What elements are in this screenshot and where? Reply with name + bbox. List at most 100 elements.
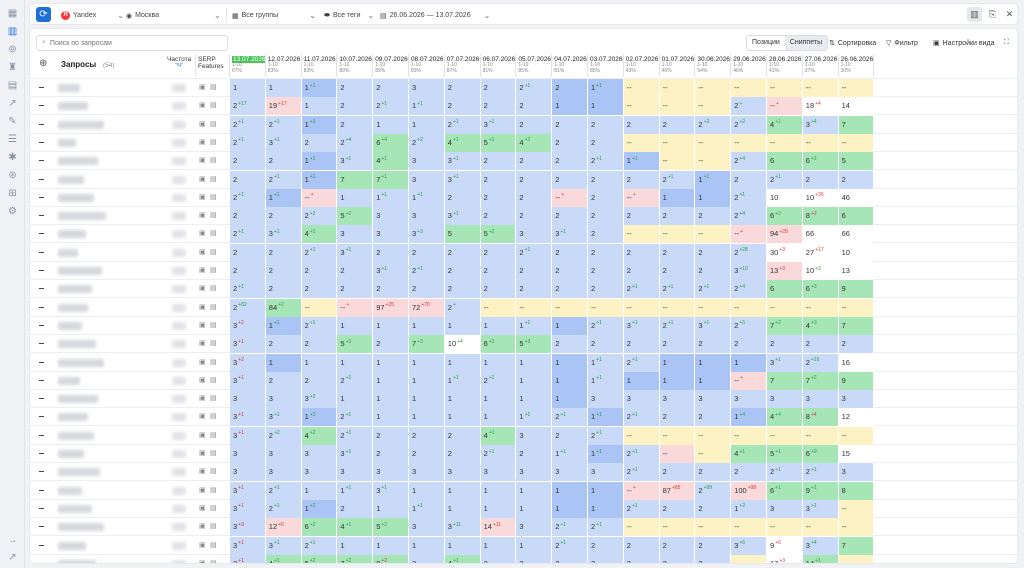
table-row[interactable]: ▣ ▤ 3+1 2+2 4+2 2+1 2 2 2 4+1 3 2 2+1 -- -- -- -- -- -- --	[30, 426, 1017, 445]
position-cell[interactable]: 1	[409, 353, 445, 372]
position-cell[interactable]: 5+3	[516, 335, 553, 354]
position-cell[interactable]: 19+17	[265, 97, 302, 116]
position-cell[interactable]: 1+1	[516, 316, 553, 335]
position-cell[interactable]: --	[659, 133, 696, 152]
position-cell[interactable]: --	[480, 298, 517, 317]
position-cell[interactable]: 9+1	[802, 481, 839, 500]
position-cell[interactable]: 1	[337, 536, 374, 555]
trend-icon[interactable]: ↗	[6, 97, 19, 110]
position-cell[interactable]: 2	[659, 115, 696, 134]
position-cell[interactable]: 1	[516, 499, 553, 518]
collapse-dash-icon[interactable]	[39, 251, 44, 253]
position-cell[interactable]: 7+2	[767, 316, 803, 335]
table-row[interactable]: ▣ ▤ 2 2 2+2 5+2 3 3 3+1 2 2 2 2 2 2 2 2+4 6+2 8+2 6	[30, 207, 1017, 226]
position-cell[interactable]: --	[731, 79, 767, 97]
position-cell[interactable]: 2+2	[265, 426, 302, 445]
position-cell[interactable]: 2+1	[265, 115, 302, 134]
position-cell[interactable]: 1+1	[301, 79, 338, 97]
position-cell[interactable]: 2+	[444, 298, 481, 317]
position-cell[interactable]: 5+1	[767, 445, 803, 463]
position-cell[interactable]: 10+3	[802, 262, 839, 280]
position-cell[interactable]: 2	[373, 79, 409, 97]
position-cell[interactable]: 2	[301, 335, 338, 354]
position-cell[interactable]: --	[838, 518, 875, 537]
position-cell[interactable]: 2	[516, 262, 553, 280]
date-column-header[interactable]: 28.06.2026 1-10 41%	[767, 54, 803, 77]
position-cell[interactable]: --	[802, 298, 839, 317]
position-cell[interactable]: 2	[695, 536, 732, 555]
position-cell[interactable]: --	[623, 133, 660, 152]
position-cell[interactable]: 2+1	[623, 353, 660, 372]
table-row[interactable]: ▣ ▤ 2+1 1+1 --+ 1 1+1 1+1 2 2 2 --+ 2 --+ 1 1 2+1 10 10+36…	[30, 188, 1017, 207]
position-cell[interactable]: 2	[588, 280, 624, 299]
position-cell[interactable]: 5+2	[301, 554, 338, 563]
position-cell[interactable]: 2+1	[230, 225, 266, 244]
position-cell[interactable]: 2+1	[337, 426, 374, 445]
position-cell[interactable]: 2	[552, 115, 588, 134]
position-cell[interactable]: 7	[838, 115, 875, 134]
position-cell[interactable]: 3+1	[230, 481, 266, 500]
position-cell[interactable]: 2	[265, 243, 302, 262]
date-column-header[interactable]: 09.07.2026 1-10 89%	[373, 54, 409, 77]
position-cell[interactable]: 9	[838, 371, 875, 390]
position-cell[interactable]: 3+1	[552, 225, 588, 244]
position-cell[interactable]: 3	[409, 207, 445, 226]
table-row[interactable]: ▣ ▤ 3 3 3 3+1 2 2 2 2+1 2 1+1 1+1 2+1 -- -- 4+1 5+1 6+9 15	[30, 445, 1017, 463]
position-cell[interactable]: --	[588, 298, 624, 317]
position-cell[interactable]: 1+1	[373, 188, 409, 207]
position-cell[interactable]: 1	[301, 353, 338, 372]
table-row[interactable]: ▣ ▤ 3+9 12+6 6+2 4+1 5+2 3 3+11 14+11 3 2+1 2+1 -- -- -…	[30, 518, 1017, 537]
position-cell[interactable]: 1	[301, 97, 338, 116]
date-column-header[interactable]: 30.06.2026 1-10 54%	[695, 54, 732, 77]
position-cell[interactable]: 2	[373, 445, 409, 463]
position-cell[interactable]: 2	[695, 499, 732, 518]
table-row[interactable]: ▣ ▤ 3+1 3+1 1+3 2+1 1 1 1 1 1+1 2+1 1+1 2+1 2 2 1+4 4+4 8+…	[30, 408, 1017, 427]
position-cell[interactable]: 1+1	[588, 445, 624, 463]
position-cell[interactable]: 3+4	[802, 115, 839, 134]
position-cell[interactable]: --	[695, 97, 732, 116]
position-cell[interactable]: 9	[838, 280, 875, 299]
position-cell[interactable]: 1+1	[516, 408, 553, 427]
position-cell[interactable]: 30+3	[767, 243, 803, 262]
position-cell[interactable]: 2	[552, 79, 588, 97]
position-cell[interactable]: --	[623, 298, 660, 317]
position-cell[interactable]: 2	[623, 207, 660, 226]
date-column-header[interactable]: 07.07.2026 1-10 87%	[445, 54, 481, 77]
position-cell[interactable]: 1+1	[337, 481, 374, 500]
region-select[interactable]: ◉ Москва ⌄	[126, 10, 221, 21]
settings-icon[interactable]: ⚙	[6, 205, 19, 218]
expand-icon[interactable]: →	[6, 534, 19, 547]
position-cell[interactable]: 1	[480, 390, 517, 409]
position-cell[interactable]: 2+1	[767, 170, 803, 189]
position-cell[interactable]: 2+1	[588, 316, 624, 335]
position-cell[interactable]: --+	[301, 188, 338, 207]
position-cell[interactable]: 2+2	[301, 207, 338, 226]
position-cell[interactable]: --	[695, 225, 732, 244]
position-cell[interactable]: 2	[695, 262, 732, 280]
position-cell[interactable]: 2+82	[230, 298, 266, 317]
position-cell[interactable]: 2	[516, 188, 553, 207]
position-cell[interactable]: 1	[552, 481, 588, 500]
position-cell[interactable]: 3	[552, 463, 588, 482]
collapse-dash-icon[interactable]	[39, 270, 44, 271]
position-cell[interactable]: 4+1	[301, 225, 338, 244]
position-cell[interactable]: 2	[301, 371, 338, 390]
position-cell[interactable]: --	[767, 426, 803, 445]
position-cell[interactable]: 2+2	[695, 115, 732, 134]
position-cell[interactable]: 2+1	[409, 262, 445, 280]
position-cell[interactable]: 2	[552, 243, 588, 262]
position-cell[interactable]: --	[802, 518, 839, 537]
position-cell[interactable]: 2	[265, 280, 302, 299]
position-cell[interactable]: 2	[301, 133, 338, 152]
position-cell[interactable]: 9+6	[767, 536, 803, 555]
position-cell[interactable]: 2	[265, 207, 302, 226]
position-cell[interactable]: 2+1	[802, 463, 839, 482]
position-cell[interactable]: 1	[588, 97, 624, 116]
position-cell[interactable]: --+	[623, 481, 660, 500]
position-cell[interactable]: 15	[838, 445, 875, 463]
position-cell[interactable]: 2+1	[767, 463, 803, 482]
position-cell[interactable]: 10	[767, 188, 803, 207]
position-cell[interactable]: 1+1	[409, 188, 445, 207]
position-cell[interactable]: 2+1	[301, 536, 338, 555]
position-cell[interactable]: 1	[480, 499, 517, 518]
